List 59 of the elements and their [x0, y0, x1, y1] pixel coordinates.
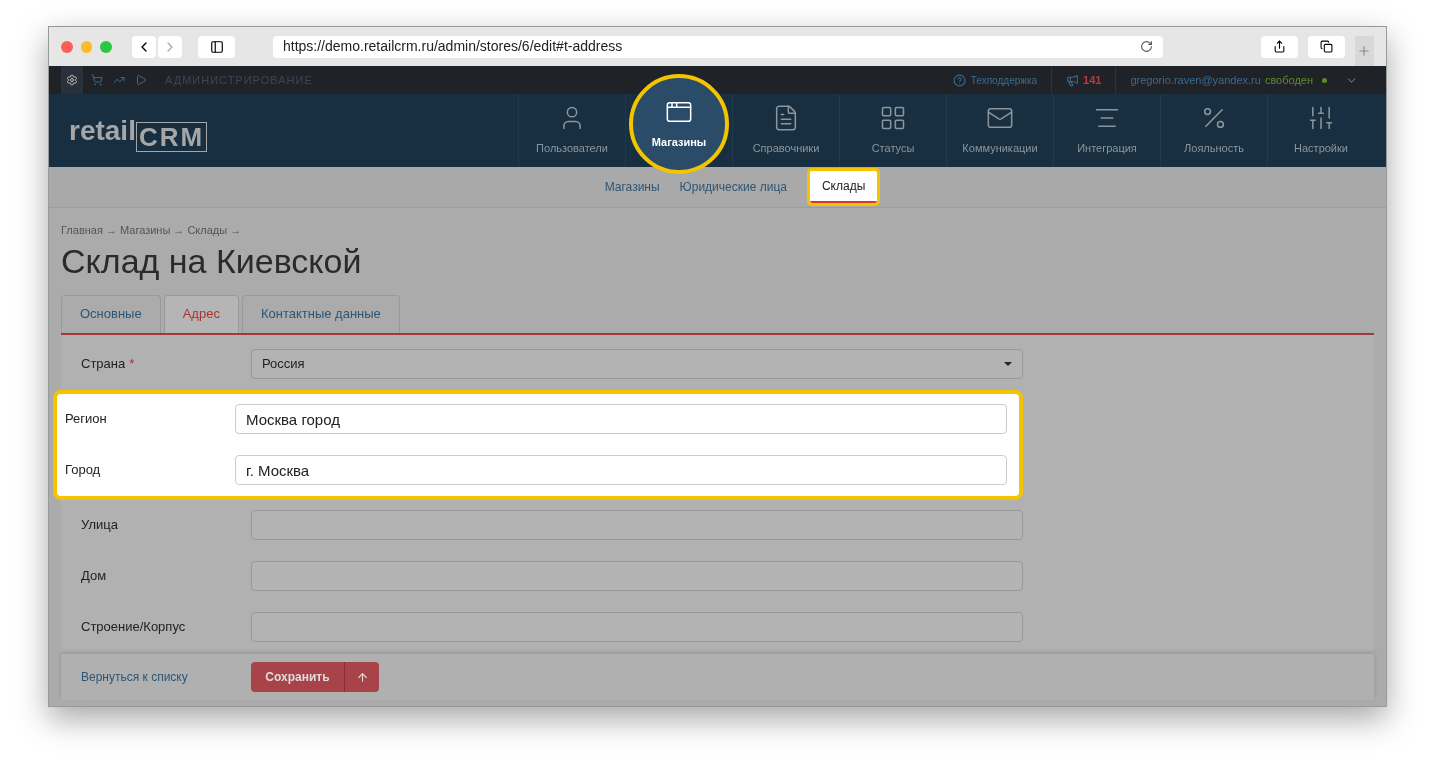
field-label: Улица [81, 516, 118, 535]
nav-item[interactable]: Пользователи [519, 94, 625, 167]
sidebar-icon [209, 39, 224, 54]
breadcrumb: Главная → Магазины → Склады → [61, 223, 243, 238]
forward-button[interactable] [158, 35, 182, 58]
sidebar-button[interactable] [198, 35, 235, 58]
input-field[interactable]: г. Москва [235, 455, 1007, 485]
tab[interactable]: Контактные данные [241, 294, 400, 333]
user-email[interactable]: gregorio.raven@yandex.ru [1130, 71, 1261, 89]
cart-icon [91, 74, 103, 86]
field-label: Регион [65, 410, 107, 429]
address-bar[interactable]: https://demo.retailcrm.ru/admin/stores/6/edit#t-address [273, 35, 1163, 58]
minimize-window-icon[interactable] [80, 40, 93, 53]
plus-icon [1357, 44, 1372, 58]
settings-icon[interactable] [61, 66, 83, 94]
user-status: свободен [1264, 72, 1313, 88]
nav-item[interactable]: Справочники [733, 94, 839, 167]
caret-icon [1004, 362, 1012, 366]
input-field[interactable] [251, 561, 1023, 591]
back-link[interactable]: Вернуться к списку [81, 668, 251, 686]
select-field[interactable]: Россия [251, 349, 1023, 379]
share-button[interactable] [1260, 35, 1298, 58]
nav-item[interactable]: Статусы [840, 94, 946, 167]
nav-item[interactable]: Настройки [1268, 94, 1374, 167]
tabs-icon [1319, 40, 1333, 53]
field-label: Дом [81, 567, 107, 586]
notification-icon [1066, 73, 1080, 87]
logo[interactable]: retail CRM [69, 109, 208, 152]
field-label: Строение/Корпус [81, 618, 186, 637]
help-icon [952, 73, 966, 87]
notification-count[interactable]: 141 [1083, 71, 1102, 89]
field-label: Город [65, 461, 101, 480]
back-button[interactable] [132, 35, 156, 58]
play-icon [135, 74, 147, 86]
subnav-tab[interactable]: Магазины [604, 178, 660, 196]
page-title: Склад на Киевской [61, 240, 363, 281]
new-tab-button[interactable] [1354, 36, 1374, 66]
save-button[interactable]: Сохранить [251, 662, 344, 692]
save-options-button[interactable] [344, 662, 379, 692]
required-mark: * [129, 355, 135, 374]
nav-item[interactable]: Коммуникации [947, 94, 1053, 167]
field-label: Страна [81, 355, 126, 374]
tabs-button[interactable] [1307, 35, 1345, 58]
share-icon [1272, 40, 1286, 53]
tab[interactable]: Адрес [163, 294, 239, 333]
nav-item[interactable]: Лояльность [1161, 94, 1267, 167]
chart-icon [113, 74, 125, 86]
support-link[interactable]: Техподдержка [970, 72, 1052, 88]
reload-icon [1139, 40, 1153, 53]
close-window-icon[interactable] [61, 40, 73, 53]
input-field[interactable]: Москва город [235, 404, 1007, 434]
zoom-window-icon[interactable] [100, 40, 112, 53]
arrow-up-icon [355, 670, 369, 684]
nav-item[interactable]: Интеграция [1054, 94, 1160, 167]
tab[interactable]: Основные [61, 294, 161, 333]
input-field[interactable] [251, 510, 1023, 540]
subnav-tab[interactable]: Юридические лица [679, 178, 787, 196]
subnav-tab[interactable]: Склады [806, 168, 881, 206]
input-field[interactable] [251, 612, 1023, 642]
